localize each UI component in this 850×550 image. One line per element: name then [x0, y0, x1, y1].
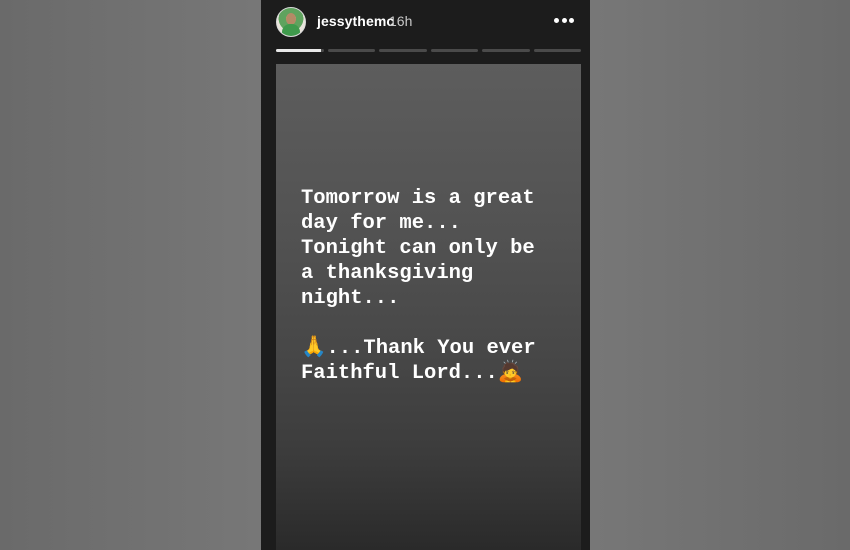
- avatar-shirt: [282, 24, 300, 36]
- story-text-line: a thanksgiving: [301, 262, 474, 285]
- progress-segment: [276, 49, 324, 52]
- progress-segment: [430, 49, 478, 52]
- more-options-icon[interactable]: [553, 17, 575, 25]
- progress-segment: [379, 49, 427, 52]
- story-text-line: Tomorrow is a great: [301, 187, 535, 210]
- story-progress-bar: [276, 49, 581, 52]
- story-text-line: day for me...: [301, 212, 461, 235]
- story-text-line: Tonight can only be: [301, 237, 535, 260]
- story-text-line: night...: [301, 287, 400, 310]
- story-text-line: Faithful Lord...🙇: [301, 362, 524, 385]
- story-viewer[interactable]: jessythemc 16h Tomorrow is a great day fo…: [261, 0, 590, 550]
- story-text-line: [301, 311, 571, 336]
- story-content[interactable]: Tomorrow is a great day for me... Tonight …: [276, 64, 581, 550]
- story-text: Tomorrow is a great day for me... Tonight …: [301, 186, 571, 386]
- profile-avatar[interactable]: [276, 7, 306, 37]
- username[interactable]: jessythemc: [317, 13, 394, 29]
- story-text-line: 🙏...Thank You ever: [301, 337, 536, 360]
- post-timestamp: 16h: [389, 13, 413, 29]
- progress-fill: [276, 49, 322, 52]
- story-header: jessythemc 16h: [261, 0, 590, 48]
- progress-segment: [482, 49, 530, 52]
- progress-segment: [533, 49, 581, 52]
- progress-segment: [327, 49, 375, 52]
